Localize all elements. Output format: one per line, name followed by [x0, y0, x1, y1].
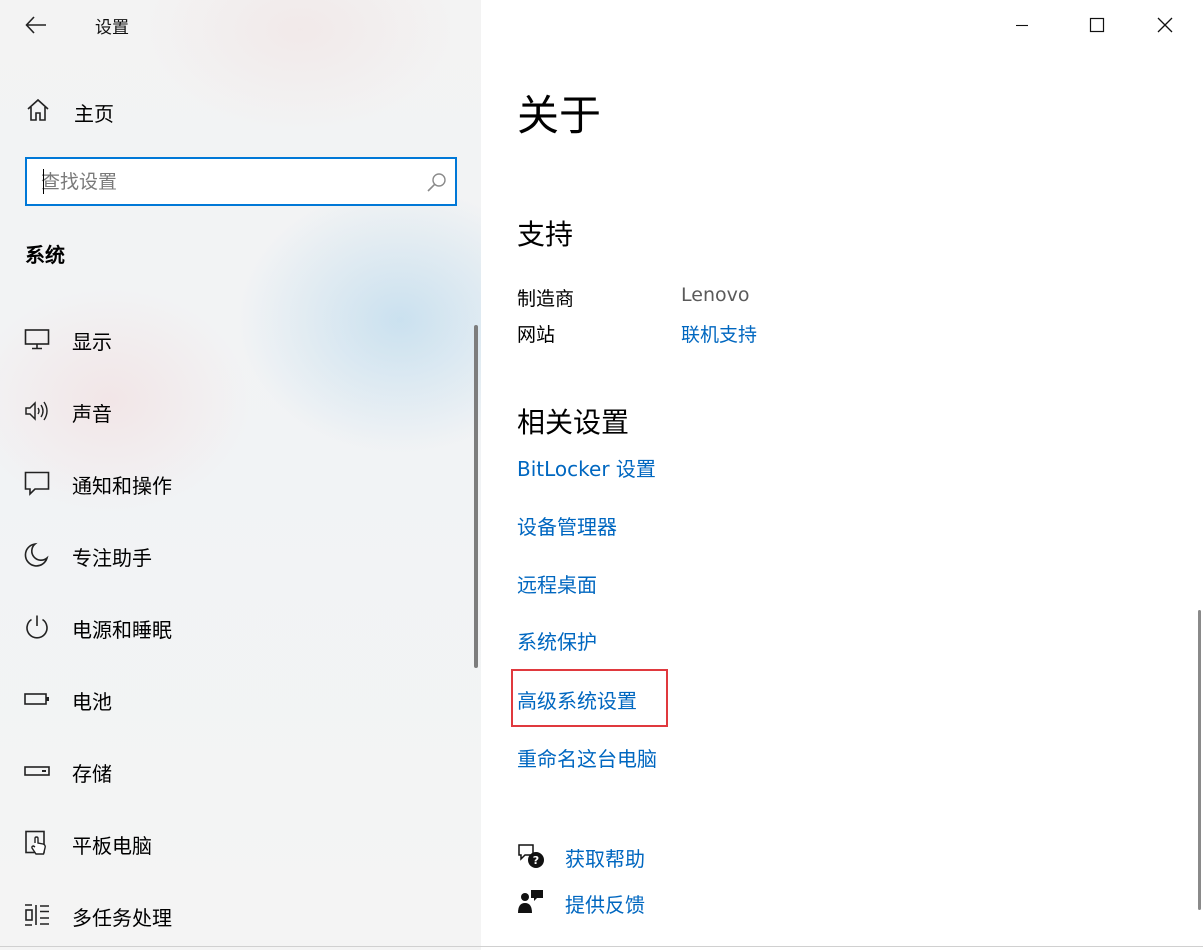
sidebar-item-tablet[interactable]: 平板电脑: [0, 813, 470, 873]
online-support-link[interactable]: 联机支持: [681, 320, 757, 347]
sidebar-item-display[interactable]: 显示: [0, 309, 470, 369]
bitlocker-settings-link[interactable]: BitLocker 设置: [517, 453, 656, 482]
sidebar-item-power-sleep[interactable]: 电源和睡眠: [0, 597, 470, 657]
text-caret: [43, 169, 44, 194]
sidebar-item-label: 声音: [72, 402, 112, 426]
sidebar-item-focus-assist[interactable]: 专注助手: [0, 525, 470, 585]
multitasking-icon: [25, 904, 49, 926]
monitor-icon: [24, 329, 50, 350]
sidebar: 设置 主页 系统 显示 声音 通知和操作: [0, 0, 481, 950]
advanced-system-settings-link[interactable]: 高级系统设置: [517, 685, 637, 714]
notification-icon: [24, 471, 50, 496]
get-help-link[interactable]: 获取帮助: [565, 843, 645, 872]
moon-icon: [24, 542, 49, 567]
sidebar-item-storage[interactable]: 存储: [0, 741, 470, 801]
svg-text:?: ?: [533, 854, 539, 867]
search-icon[interactable]: [426, 171, 448, 193]
sidebar-item-label: 多任务处理: [72, 906, 172, 930]
window-bottom-border: [0, 946, 1203, 947]
sidebar-item-notifications[interactable]: 通知和操作: [0, 453, 470, 513]
search-box[interactable]: [25, 157, 457, 206]
home-icon: [27, 98, 49, 121]
app-title: 设置: [95, 18, 129, 38]
battery-icon: [24, 693, 49, 705]
sidebar-item-label: 电源和睡眠: [72, 618, 172, 642]
manufacturer-value: Lenovo: [681, 284, 750, 306]
sidebar-item-multitasking[interactable]: 多任务处理: [0, 885, 470, 945]
help-chat-icon: ?: [518, 844, 544, 868]
page-title: 关于: [517, 91, 602, 140]
sidebar-item-label: 存储: [72, 762, 112, 786]
sidebar-scrollbar[interactable]: [474, 325, 478, 668]
sidebar-item-label: 专注助手: [72, 546, 152, 570]
close-icon: [1157, 17, 1173, 33]
home-label: 主页: [74, 102, 114, 126]
sidebar-item-label: 通知和操作: [72, 474, 172, 498]
feedback-row[interactable]: 提供反馈: [517, 884, 817, 918]
minimize-button[interactable]: [988, 0, 1056, 50]
website-label: 网站: [517, 324, 556, 346]
main-content: 关于 支持 制造商 Lenovo 网站 联机支持 相关设置 BitLocker …: [481, 0, 1203, 950]
sidebar-item-sound[interactable]: 声音: [0, 381, 470, 441]
sidebar-item-battery[interactable]: 电池: [0, 669, 470, 729]
maximize-button[interactable]: [1063, 0, 1131, 50]
sidebar-item-label: 显示: [72, 330, 112, 354]
minimize-icon: [1016, 24, 1028, 27]
support-heading: 支持: [517, 218, 574, 251]
power-icon: [26, 615, 48, 639]
get-help-row[interactable]: ? 获取帮助: [517, 838, 817, 872]
search-input[interactable]: [41, 167, 411, 196]
device-manager-link[interactable]: 设备管理器: [517, 511, 617, 540]
sidebar-item-label: 平板电脑: [72, 834, 152, 858]
maximize-icon: [1089, 17, 1105, 33]
close-button[interactable]: [1131, 0, 1199, 50]
tablet-icon: [25, 830, 46, 855]
rename-pc-link[interactable]: 重命名这台电脑: [517, 743, 657, 772]
storage-icon: [24, 766, 50, 776]
related-settings-heading: 相关设置: [517, 406, 630, 439]
back-arrow-icon: [25, 16, 46, 34]
give-feedback-link[interactable]: 提供反馈: [565, 889, 645, 918]
feedback-icon: [518, 890, 543, 913]
sidebar-item-label: 电池: [72, 690, 112, 714]
speaker-icon: [25, 401, 48, 421]
sidebar-item-home[interactable]: 主页: [0, 88, 481, 132]
main-scrollbar[interactable]: [1198, 610, 1201, 910]
back-button[interactable]: [14, 6, 58, 44]
system-protection-link[interactable]: 系统保护: [517, 626, 597, 655]
section-title: 系统: [25, 243, 65, 267]
manufacturer-label: 制造商: [517, 288, 575, 310]
remote-desktop-link[interactable]: 远程桌面: [517, 569, 597, 598]
